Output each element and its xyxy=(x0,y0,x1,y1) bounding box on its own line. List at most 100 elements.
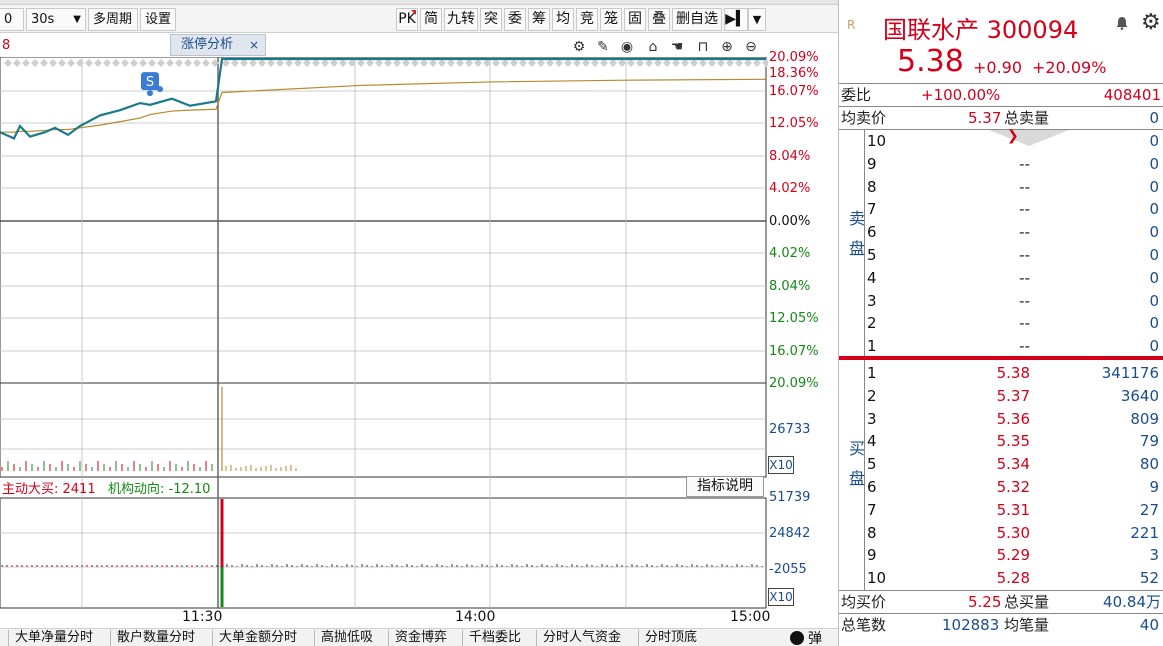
limit-marker xyxy=(40,59,48,67)
order-book-row[interactable]: 5 5.34 80 xyxy=(865,453,1163,476)
bottom-tab-7[interactable]: 分时顶底 xyxy=(638,630,703,646)
toolbar-tool-2[interactable]: 九转 xyxy=(444,8,478,31)
expand-panel-icon[interactable]: ▶▍ xyxy=(724,8,748,31)
interval-value: 30s xyxy=(31,12,55,27)
bottom-tab-2[interactable]: 大单金额分时 xyxy=(212,630,303,646)
order-price: 5.38 xyxy=(996,364,1030,382)
order-book-row[interactable]: 9 5.29 3 xyxy=(865,544,1163,567)
volume-scale-badge[interactable]: X10 xyxy=(768,456,794,474)
hand-icon[interactable]: ☚ xyxy=(668,38,686,56)
period-button[interactable]: 0分 xyxy=(0,8,24,48)
total-trades-value: 102883 xyxy=(942,616,1000,634)
price-axis-label: 16.07% xyxy=(769,344,819,359)
gear-icon[interactable]: ⚙ xyxy=(1141,10,1161,35)
toolbar-tool-8[interactable]: 笼 xyxy=(600,8,622,31)
limit-marker xyxy=(384,59,392,67)
order-book-row[interactable]: 8 5.30 221 xyxy=(865,522,1163,545)
store-icon[interactable]: ⌂ xyxy=(644,38,662,56)
eye-icon[interactable]: ◉ xyxy=(618,38,636,56)
order-book-row[interactable]: 4 5.35 79 xyxy=(865,430,1163,453)
close-icon[interactable]: × xyxy=(249,35,259,55)
limit-marker xyxy=(148,59,156,67)
chevron-down-icon[interactable]: ▼ xyxy=(748,8,766,31)
lock-icon[interactable]: ⊓ xyxy=(694,38,712,56)
zoom-out-icon[interactable]: ⊖ xyxy=(742,38,760,56)
limit-marker xyxy=(330,59,338,67)
indicator-axis-label: -2055 xyxy=(769,562,807,577)
limit-marker xyxy=(249,59,257,67)
pen-icon[interactable]: ✎ xyxy=(594,38,612,56)
order-book-row[interactable]: 4 -- 0 xyxy=(865,267,1163,290)
order-book-row[interactable]: 1 5.38 341176 xyxy=(865,362,1163,385)
limit-marker xyxy=(22,59,30,67)
toolbar-tool-7[interactable]: 竞 xyxy=(576,8,598,31)
order-book-row[interactable]: 10 0 xyxy=(865,130,1163,153)
toolbar-tool-0[interactable]: PK xyxy=(396,8,418,31)
toolbar-tool-10[interactable]: 叠 xyxy=(648,8,670,31)
limit-marker xyxy=(85,59,93,67)
toolbar-tool-9[interactable]: 固 xyxy=(624,8,646,31)
bell-icon[interactable] xyxy=(1115,16,1129,30)
price-panel-frame xyxy=(0,57,767,384)
indicator-axis-label: 51739 xyxy=(769,490,811,505)
bottom-tab-5[interactable]: 千档委比 xyxy=(462,630,527,646)
order-price: 5.35 xyxy=(996,432,1030,451)
order-book-row[interactable]: 2 5.37 3640 xyxy=(865,385,1163,408)
order-book-row[interactable]: 8 -- 0 xyxy=(865,176,1163,199)
order-book-row[interactable]: 7 5.31 27 xyxy=(865,499,1163,522)
order-book-row[interactable]: 7 -- 0 xyxy=(865,198,1163,221)
order-book-row[interactable]: 2 -- 0 xyxy=(865,312,1163,335)
popup-button[interactable]: 弹 xyxy=(808,628,822,646)
toolbar-tool-4[interactable]: 委 xyxy=(504,8,526,31)
order-book-row[interactable]: 6 -- 0 xyxy=(865,221,1163,244)
chart-left-number: 8 xyxy=(2,38,11,53)
price-axis-label: 4.02% xyxy=(769,181,811,196)
top-toolbar: 0分 30s ▼ 多周期 设置 PK 简九转突委筹均竞笼固叠删自选 ▶▍ ▼ xyxy=(0,0,838,48)
bottom-tab-4[interactable]: 资金博弈 xyxy=(388,630,453,646)
limit-marker xyxy=(375,59,383,67)
total-buy-value: 40.84万 xyxy=(1103,593,1161,611)
order-book-row[interactable]: 6 5.32 9 xyxy=(865,476,1163,499)
price-axis-label: 18.36% xyxy=(769,66,819,81)
interval-select[interactable]: 30s ▼ xyxy=(26,8,86,31)
order-price: -- xyxy=(1019,246,1030,264)
order-volume: 0 xyxy=(1149,154,1159,173)
bullet-toggle-icon[interactable] xyxy=(790,631,804,645)
indicator-scale-badge[interactable]: X10 xyxy=(768,588,794,606)
toolbar-tool-label: 简 xyxy=(424,11,438,27)
order-volume: 341176 xyxy=(1101,364,1159,382)
indicator-help-button[interactable]: 指标说明 xyxy=(686,476,764,497)
bottom-tab-6[interactable]: 分时人气资金 xyxy=(536,630,627,646)
multi-period-button[interactable]: 多周期 xyxy=(88,8,138,31)
bottom-tab-0[interactable]: 大单净量分时 xyxy=(8,630,99,646)
order-volume: 0 xyxy=(1149,291,1159,310)
k-icon[interactable]: R xyxy=(847,18,855,32)
order-book-row[interactable]: 9 -- 0 xyxy=(865,153,1163,176)
bottom-tab-1[interactable]: 散户数量分时 xyxy=(110,630,201,646)
order-book-row[interactable]: 3 5.36 809 xyxy=(865,408,1163,431)
price-axis-label: 20.09% xyxy=(769,50,819,65)
tab-limit-up-analysis[interactable]: 涨停分析 × xyxy=(170,34,266,56)
gear-icon[interactable]: ⚙ xyxy=(570,38,588,56)
zoom-in-icon[interactable]: ⊕ xyxy=(718,38,736,56)
settings-button[interactable]: 设置 xyxy=(140,8,176,31)
order-book-row[interactable]: 3 -- 0 xyxy=(865,290,1163,313)
toolbar-tool-1[interactable]: 简 xyxy=(420,8,442,31)
avg-price-line xyxy=(0,78,767,133)
total-buy-label: 总买量 xyxy=(1004,593,1050,611)
avg-buy-row: 均买价 5.25 总买量 40.84万 xyxy=(839,591,1163,613)
toolbar-tool-3[interactable]: 突 xyxy=(480,8,502,31)
order-book-row[interactable]: 1 -- 0 xyxy=(865,335,1163,358)
limit-marker xyxy=(537,59,545,67)
order-book-row[interactable]: 5 -- 0 xyxy=(865,244,1163,267)
limit-marker xyxy=(312,59,320,67)
toolbar-tool-11[interactable]: 删自选 xyxy=(672,8,722,31)
order-volume: 221 xyxy=(1130,523,1159,542)
limit-marker xyxy=(510,59,518,67)
toolbar-tool-5[interactable]: 筹 xyxy=(528,8,550,31)
limit-marker xyxy=(501,59,509,67)
intraday-chart[interactable]: S xyxy=(0,57,768,627)
order-book-row[interactable]: 10 5.28 52 xyxy=(865,567,1163,590)
bottom-tab-3[interactable]: 高抛低吸 xyxy=(314,630,379,646)
toolbar-tool-6[interactable]: 均 xyxy=(552,8,574,31)
